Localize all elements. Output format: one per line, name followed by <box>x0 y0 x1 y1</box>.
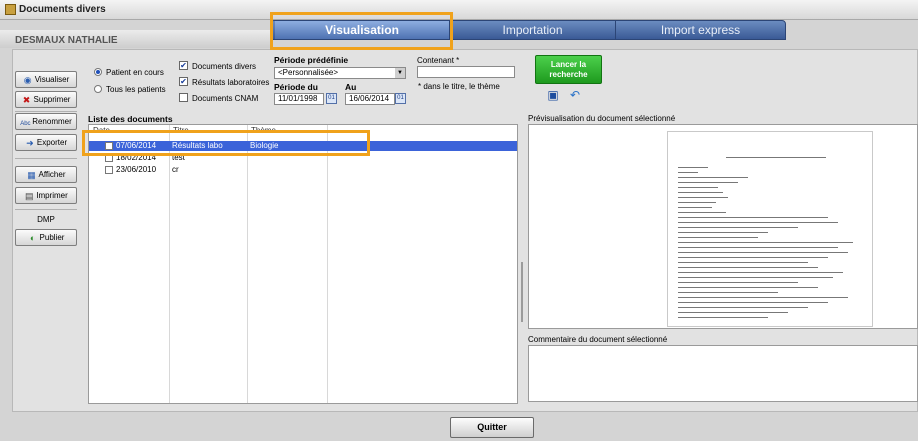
lancer-recherche-button[interactable]: Lancer la recherche <box>535 55 602 84</box>
preview-panel <box>528 124 918 329</box>
app-icon <box>5 4 16 15</box>
renommer-label: Renommer <box>32 117 72 126</box>
afficher-label: Afficher <box>38 170 66 179</box>
sidebar-divider <box>15 209 77 210</box>
row-titre: cr <box>172 165 179 174</box>
window-title: Documents divers <box>19 4 106 15</box>
periode-predefinie-value: <Personnalisée> <box>278 68 339 77</box>
scrollbar[interactable] <box>519 262 525 322</box>
document-thumbnail <box>667 131 873 327</box>
highlight-box-tab <box>270 12 453 50</box>
quitter-button[interactable]: Quitter <box>450 417 534 438</box>
comment-title: Commentaire du document sélectionné <box>528 335 668 344</box>
documents-cnam-label: Documents CNAM <box>192 94 259 103</box>
comment-textarea[interactable] <box>528 345 918 402</box>
window-titlebar: Documents divers <box>0 0 918 20</box>
dmp-label: DMP <box>37 215 55 224</box>
tous-les-patients-label: Tous les patients <box>106 85 166 94</box>
visualiser-button[interactable]: ◉ Visualiser <box>15 71 77 88</box>
periode-predefinie-label: Période prédéfinie <box>274 55 349 65</box>
publier-label: Publier <box>39 233 65 242</box>
supprimer-label: Supprimer <box>33 95 71 104</box>
preview-title: Prévisualisation du document sélectionné <box>528 114 676 123</box>
publier-button[interactable]: ◐ Publier <box>15 229 77 246</box>
afficher-button[interactable]: ▦ Afficher <box>15 166 77 183</box>
document-icon <box>105 166 113 174</box>
calendar-icon[interactable]: 01 <box>395 93 406 104</box>
rename-icon: Abc <box>20 121 31 127</box>
documents-divers-checkbox[interactable]: ✔ <box>179 61 188 70</box>
exporter-button[interactable]: ➜ Exporter <box>15 134 77 151</box>
save-icon[interactable]: ▣ <box>546 88 560 102</box>
tab-import-express[interactable]: Import express <box>615 21 785 39</box>
contenant-note: * dans le titre, le thème <box>418 82 500 91</box>
recherche-label: recherche <box>549 70 588 79</box>
docs-list-title: Liste des documents <box>88 114 173 124</box>
chevron-down-icon: ▼ <box>395 68 405 78</box>
au-label: Au <box>345 82 357 92</box>
periode-du-field[interactable]: 11/01/1998 <box>274 93 324 105</box>
sidebar-divider <box>15 158 77 159</box>
renommer-button[interactable]: Abc Renommer <box>15 113 77 130</box>
supprimer-button[interactable]: ✖ Supprimer <box>15 91 77 108</box>
eye-icon: ◉ <box>23 75 32 85</box>
tab-importation[interactable]: Importation <box>449 21 615 39</box>
calendar-icon[interactable]: 01 <box>326 93 337 104</box>
display-icon: ▦ <box>27 170 36 180</box>
printer-icon: ▤ <box>24 191 34 201</box>
tous-les-patients-radio[interactable] <box>94 85 102 93</box>
au-field[interactable]: 16/06/2014 <box>345 93 395 105</box>
documents-cnam-checkbox[interactable] <box>179 93 188 102</box>
patient-en-cours-label: Patient en cours <box>106 68 164 77</box>
imprimer-label: Imprimer <box>36 191 68 200</box>
export-arrow-icon: ➜ <box>26 138 34 148</box>
highlight-box-row <box>82 130 370 156</box>
contenant-label: Contenant * <box>417 56 460 65</box>
lancer-label: Lancer la <box>550 60 587 69</box>
sidebar-divider <box>15 111 77 112</box>
resultats-laboratoires-label: Résultats laboratoires <box>192 78 270 87</box>
docs-list-panel: Date Titre Thème 07/06/2014 Résultats la… <box>88 124 518 404</box>
publish-icon: ◐ <box>29 233 36 243</box>
exporter-label: Exporter <box>36 138 68 147</box>
table-row[interactable]: 23/06/2010 cr <box>89 165 517 175</box>
resultats-laboratoires-checkbox[interactable]: ✔ <box>179 77 188 86</box>
visualiser-label: Visualiser <box>34 75 70 84</box>
documents-divers-label: Documents divers <box>192 62 257 71</box>
periode-du-label: Période du <box>274 82 318 92</box>
scrollbar-thumb[interactable] <box>521 262 523 322</box>
patient-en-cours-radio[interactable] <box>94 68 102 76</box>
undo-icon[interactable]: ↶ <box>568 88 582 102</box>
periode-predefinie-select[interactable]: <Personnalisée> ▼ <box>274 67 406 79</box>
row-date: 23/06/2010 <box>116 165 157 174</box>
imprimer-button[interactable]: ▤ Imprimer <box>15 187 77 204</box>
patient-name: DESMAUX NATHALIE <box>15 35 118 46</box>
delete-icon: ✖ <box>22 95 31 105</box>
contenant-field[interactable] <box>417 66 515 78</box>
